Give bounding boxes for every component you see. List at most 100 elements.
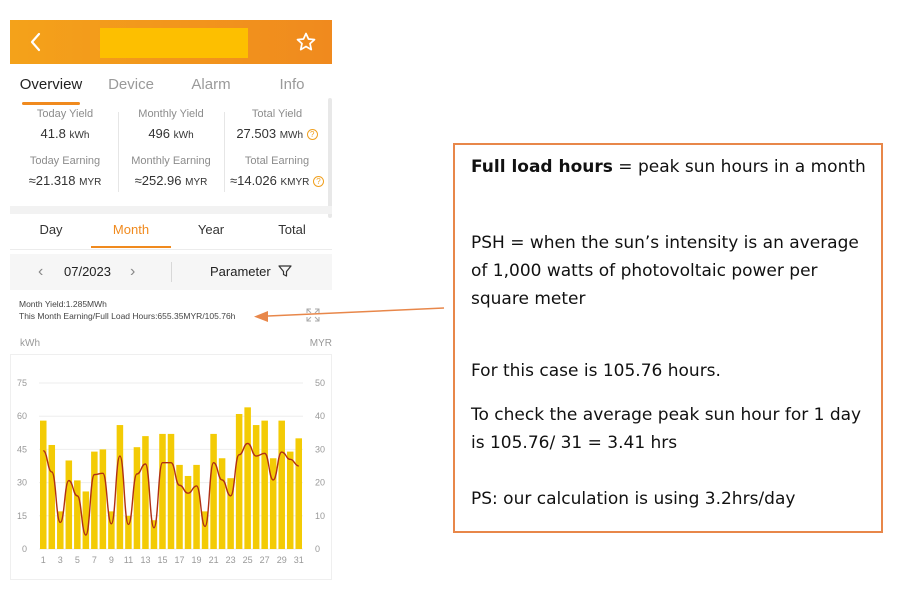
chart-bar: [99, 449, 107, 549]
tab-total[interactable]: Total: [252, 222, 332, 237]
total-earning: Total Earning ≈14.026 KMYR ?: [224, 155, 330, 188]
total-yield-value: 27.503 MWh ?: [224, 126, 330, 141]
total-earning-value: ≈14.026 KMYR ?: [224, 173, 330, 188]
y-tick-label-right: 10: [315, 511, 325, 521]
y-tick-label-left: 60: [17, 411, 27, 421]
y-tick-label-right: 20: [315, 478, 325, 488]
chart-bar: [261, 420, 268, 549]
chevron-left-icon[interactable]: [24, 30, 48, 54]
help-icon[interactable]: ?: [306, 129, 318, 140]
chart-bar: [142, 436, 149, 549]
yield-chart: 0 0 15 10 30 20 45 30 60 40 75 50 1 3 5 7 9 11 13 15 17 19 21 2…: [10, 354, 332, 580]
x-tick-label: 21: [209, 555, 219, 565]
chart-bar: [74, 480, 81, 549]
y-tick-label-right: 30: [315, 444, 325, 454]
month-yield-text: Month Yield:1.285MWh: [19, 299, 107, 309]
app-screen: Overview Device Alarm Info Today Yield 4…: [10, 20, 332, 580]
x-tick-label: 27: [260, 555, 270, 565]
annotation-ps-note: PS: our calculation is using 3.2hrs/day: [471, 489, 796, 509]
total-earning-label: Total Earning: [244, 155, 310, 167]
date-selector: ‹ 07/2023 › Parameter: [10, 254, 332, 290]
today-earning: Today Earning ≈21.318 MYR: [12, 155, 118, 188]
section-separator: [10, 206, 332, 214]
tab-month[interactable]: Month: [91, 222, 171, 237]
x-tick-label: 19: [192, 555, 202, 565]
x-tick-label: 5: [75, 555, 80, 565]
chart-bar: [218, 458, 226, 549]
x-tick-label: 3: [58, 555, 63, 565]
star-outline-icon[interactable]: [294, 30, 318, 54]
tab-info[interactable]: Info: [252, 76, 332, 93]
chart-bar: [116, 425, 124, 549]
total-yield: Total Yield 27.503 MWh ?: [224, 108, 330, 141]
chart-bar: [295, 438, 302, 549]
chart-bar: [91, 451, 98, 549]
tab-day[interactable]: Day: [11, 222, 91, 237]
tab-alarm[interactable]: Alarm: [171, 76, 251, 93]
today-earning-value: ≈21.318 MYR: [28, 173, 102, 188]
chart-bar: [235, 413, 243, 549]
y-tick-label-right: 0: [315, 544, 320, 554]
chart-bar: [244, 407, 251, 549]
x-tick-label: 31: [294, 555, 304, 565]
monthly-yield-value: 496 kWh: [148, 126, 194, 141]
x-tick-label: 15: [157, 555, 167, 565]
filter-icon[interactable]: [278, 264, 292, 278]
x-tick-label: 9: [109, 555, 114, 565]
app-header: [10, 20, 332, 64]
y-tick-label-left: 45: [17, 444, 27, 454]
annotation-psh-definition: PSH = when the sun’s intensity is an ave…: [471, 233, 859, 309]
divider: [224, 112, 225, 192]
y-tick-label-right: 40: [315, 411, 325, 421]
today-yield: Today Yield 41.8 kWh: [12, 108, 118, 141]
scrollbar[interactable]: [328, 98, 332, 218]
annotation-line-1: Full load hours = peak sun hours in a mo…: [471, 157, 866, 177]
parameter-button[interactable]: Parameter: [210, 264, 271, 279]
tab-year[interactable]: Year: [171, 222, 251, 237]
chart-bar: [269, 458, 277, 549]
chart-bar: [150, 520, 158, 549]
fullscreen-expand-icon[interactable]: [306, 308, 320, 322]
monthly-yield-label: Monthly Yield: [138, 108, 204, 120]
annotation-daily-average: To check the average peak sun hour for 1…: [471, 405, 862, 453]
chart-bar: [65, 460, 73, 549]
monthly-earning-label: Monthly Earning: [131, 155, 211, 167]
divider: [171, 262, 172, 282]
chart-bar: [167, 433, 175, 549]
chart-bar: [159, 433, 166, 549]
active-period-indicator: [91, 246, 171, 248]
monthly-earning: Monthly Earning ≈252.96 MYR: [118, 155, 224, 188]
chart-canvas: 0 015 1030 2045 3060 4075 501 3 5 7 9 11 13 15 17 19 21 2…: [17, 378, 325, 565]
screenshot-root: Overview Device Alarm Info Today Yield 4…: [0, 0, 917, 607]
chart-bar: [176, 464, 183, 549]
chart-bar: [252, 425, 260, 549]
x-tick-label: 1: [41, 555, 46, 565]
annotation-box: Full load hours = peak sun hours in a mo…: [453, 143, 883, 533]
x-tick-label: 13: [140, 555, 150, 565]
divider: [10, 249, 332, 250]
y-tick-label-left: 0: [22, 544, 27, 554]
tab-device[interactable]: Device: [91, 76, 171, 93]
left-axis-unit: kWh: [20, 338, 40, 349]
annotation-case-hours: For this case is 105.76 hours.: [471, 361, 721, 381]
redacted-plant-title: [100, 28, 248, 58]
tab-overview[interactable]: Overview: [11, 76, 91, 93]
right-axis-unit: MYR: [309, 338, 332, 349]
today-earning-label: Today Earning: [29, 155, 101, 167]
x-tick-label: 17: [175, 555, 185, 565]
earning-full-load-hours-text: This Month Earning/Full Load Hours:655.3…: [19, 311, 236, 321]
y-tick-label-left: 30: [17, 478, 27, 488]
next-month-icon[interactable]: ›: [130, 263, 135, 281]
x-tick-label: 11: [124, 555, 133, 565]
divider: [118, 112, 119, 192]
selected-month[interactable]: 07/2023: [64, 264, 111, 279]
help-icon[interactable]: ?: [313, 176, 325, 187]
active-tab-indicator: [22, 102, 80, 105]
chart-bar: [184, 475, 192, 549]
total-yield-label: Total Yield: [251, 108, 303, 120]
chart-bar: [48, 444, 56, 549]
y-tick-label-right: 50: [315, 378, 325, 388]
x-tick-label: 7: [92, 555, 97, 565]
stats-panel: Today Yield 41.8 kWh Monthly Yield 496 k…: [10, 108, 332, 198]
previous-month-icon[interactable]: ‹: [38, 263, 43, 281]
